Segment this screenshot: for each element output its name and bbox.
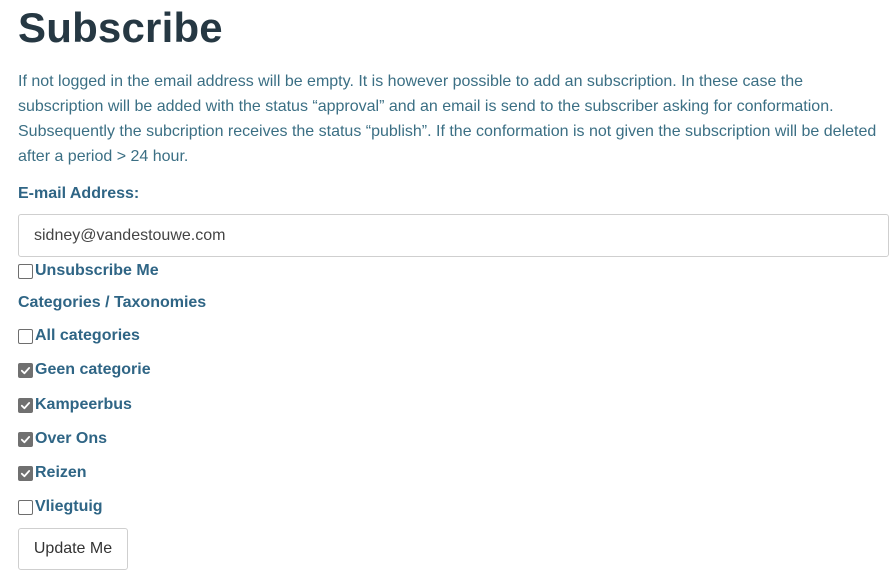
category-option-kampeerbus[interactable]: Kampeerbus (18, 394, 132, 416)
category-checkbox[interactable] (18, 431, 33, 447)
category-option-geen-categorie[interactable]: Geen categorie (18, 359, 151, 381)
category-checkbox[interactable] (18, 465, 33, 481)
category-checkbox[interactable] (18, 499, 33, 515)
categories-heading: Categories / Taxonomies (18, 294, 207, 311)
category-label[interactable]: Reizen (35, 462, 87, 484)
category-label[interactable]: Vliegtuig (35, 496, 103, 518)
category-label[interactable]: Over Ons (35, 428, 107, 450)
category-checkbox[interactable] (18, 362, 33, 378)
category-checkbox[interactable] (18, 328, 33, 344)
category-checkbox[interactable] (18, 397, 33, 413)
unsubscribe-label[interactable]: Unsubscribe Me (35, 260, 159, 282)
category-option-all[interactable]: All categories (18, 325, 140, 347)
email-field[interactable] (18, 214, 889, 257)
unsubscribe-checkbox[interactable] (18, 263, 33, 279)
unsubscribe-option[interactable]: Unsubscribe Me (18, 260, 159, 282)
update-me-button[interactable]: Update Me (18, 528, 128, 570)
category-option-over-ons[interactable]: Over Ons (18, 428, 107, 450)
category-label[interactable]: Geen categorie (35, 359, 151, 381)
email-label: E-mail Address: (18, 185, 140, 202)
page-title: Subscribe (18, 4, 223, 51)
category-label[interactable]: All categories (35, 325, 140, 347)
category-option-vliegtuig[interactable]: Vliegtuig (18, 496, 103, 518)
category-label[interactable]: Kampeerbus (35, 394, 132, 416)
category-option-reizen[interactable]: Reizen (18, 462, 87, 484)
intro-text: If not logged in the email address will … (18, 73, 877, 165)
